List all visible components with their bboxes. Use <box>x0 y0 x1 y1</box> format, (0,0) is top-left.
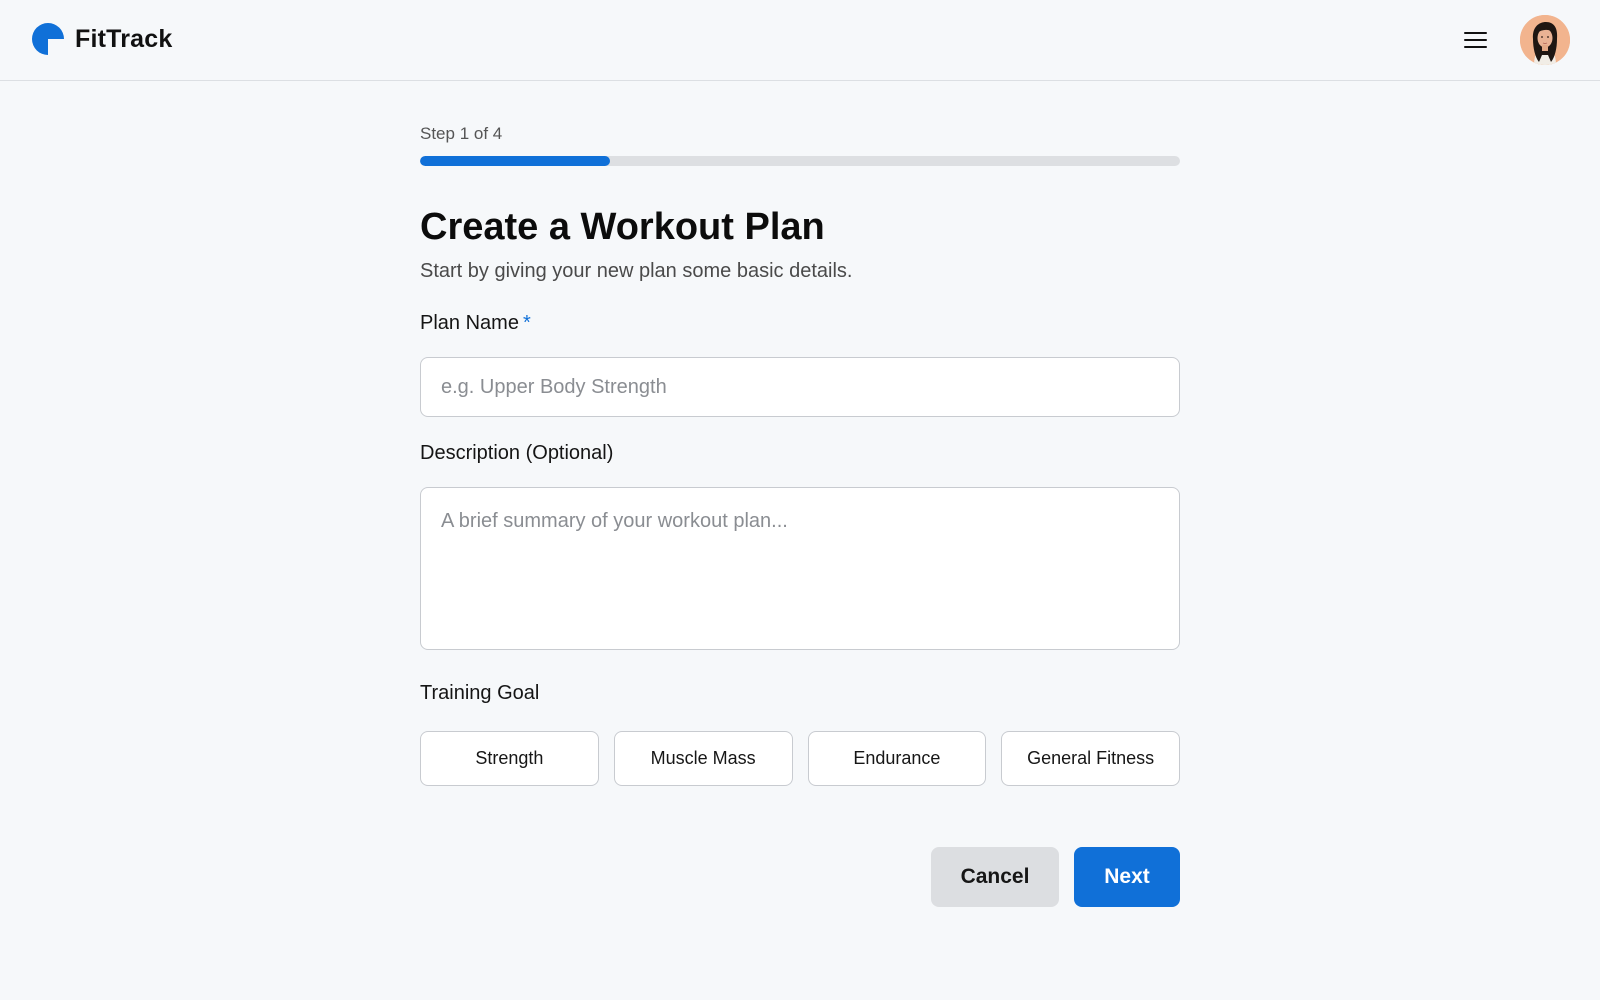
cancel-button[interactable]: Cancel <box>931 847 1059 907</box>
progress-bar-fill <box>420 156 610 166</box>
description-textarea[interactable] <box>420 487 1180 650</box>
training-goal-options: Strength Muscle Mass Endurance General F… <box>420 731 1180 786</box>
fittrack-logo-icon <box>32 23 64 55</box>
progress-bar <box>420 156 1180 166</box>
hamburger-menu-icon[interactable] <box>1458 26 1492 54</box>
avatar-portrait-icon <box>1520 15 1570 65</box>
plan-name-label: Plan Name * <box>420 312 531 335</box>
goal-option-general-fitness[interactable]: General Fitness <box>1001 731 1180 786</box>
goal-option-strength[interactable]: Strength <box>420 731 599 786</box>
goal-option-endurance[interactable]: Endurance <box>807 731 987 786</box>
next-button[interactable]: Next <box>1074 847 1180 907</box>
page-title: Create a Workout Plan <box>420 206 825 248</box>
training-goal-label: Training Goal <box>420 682 540 704</box>
brand-name: FitTrack <box>75 24 173 53</box>
description-label: Description (Optional) <box>420 442 614 464</box>
goal-option-muscle-mass[interactable]: Muscle Mass <box>613 731 793 786</box>
page-subtitle: Start by giving your new plan some basic… <box>420 260 853 282</box>
form-actions: Cancel Next <box>931 847 1180 907</box>
plan-name-label-text: Plan Name <box>420 312 519 334</box>
user-avatar[interactable] <box>1520 15 1570 65</box>
top-bar: FitTrack <box>0 0 1600 81</box>
brand[interactable]: FitTrack <box>31 22 172 56</box>
step-indicator: Step 1 of 4 <box>420 124 503 143</box>
required-marker: * <box>522 312 531 334</box>
plan-name-input[interactable] <box>420 357 1180 417</box>
